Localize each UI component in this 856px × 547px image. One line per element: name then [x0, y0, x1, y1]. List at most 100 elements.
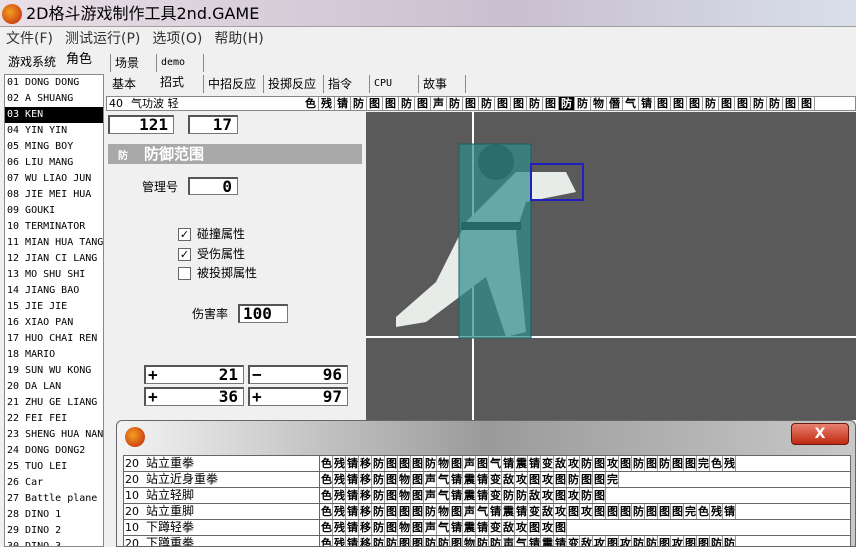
menu-help[interactable]: 帮助(H) [214, 31, 263, 47]
sprite-canvas[interactable] [366, 112, 856, 420]
tab-scene[interactable]: 场景 [110, 54, 143, 72]
character-item[interactable]: 20 DA LAN [5, 379, 103, 395]
character-item[interactable]: 02 A SHUANG [5, 91, 103, 107]
table-row[interactable]: 20 下蹲重拳 色残锖移防防图图防防图物防防声气锖震锖变敌攻图攻防防图攻图图防防 [124, 536, 850, 546]
tab-character[interactable]: 角色 [62, 51, 96, 69]
frame-cell[interactable]: 气 [623, 97, 639, 110]
tab-game-system[interactable]: 游戏系统 [4, 53, 60, 71]
tab-cpu[interactable]: CPU [369, 75, 396, 93]
damage-field[interactable]: 100 [238, 304, 288, 323]
tab-command[interactable]: 指令 [323, 75, 356, 93]
move-table[interactable]: 20 站立重拳 色残锖移防图图图防物图声图气锖震锖变敌攻防图攻图防图防图图完色残 20… [123, 455, 851, 546]
table-row[interactable]: 20 站立重脚 色残锖移防图图图防物图声气锖震锖变敌攻图攻图图图防图图图完色残锖 [124, 504, 850, 520]
table-row[interactable]: 20 站立近身重拳 色残锖移防图物图声气锖震锖变敌攻图攻图防图图完 [124, 472, 850, 488]
frame-cell[interactable]: 图 [543, 97, 559, 110]
frame-cell[interactable]: 声 [431, 97, 447, 110]
frame-cell[interactable]: 防 [575, 97, 591, 110]
frame-cell[interactable]: 防 [751, 97, 767, 110]
frame-cell[interactable]: 锖 [335, 97, 351, 110]
frame-cell[interactable]: 图 [687, 97, 703, 110]
character-item[interactable]: 16 XIAO PAN [5, 315, 103, 331]
character-item[interactable]: 15 JIE JIE [5, 299, 103, 315]
character-item[interactable]: 28 DINO 1 [5, 507, 103, 523]
character-item[interactable]: 04 YIN YIN [5, 123, 103, 139]
tab-moves[interactable]: 招式 [156, 73, 188, 91]
tab-throw-reaction[interactable]: 投掷反应 [263, 75, 320, 93]
character-item[interactable]: 27 Battle plane [5, 491, 103, 507]
table-row[interactable]: 10 站立轻脚 色残锖移防图物图声气锖震锖变防防敌攻图攻防图 [124, 488, 850, 504]
frame-cell[interactable]: 图 [383, 97, 399, 110]
collision-checkbox[interactable]: ✓ 碰撞属性 [178, 227, 245, 241]
table-row[interactable]: 10 下蹲轻拳 色残锖移防图物图声气锖震锖变敌攻图攻图 [124, 520, 850, 536]
menu-test-run[interactable]: 测试运行(P) [65, 31, 140, 47]
tab-story[interactable]: 故事 [418, 75, 466, 93]
frame-cell[interactable]: 防 [447, 97, 463, 110]
frame-cell[interactable]: 防 [351, 97, 367, 110]
tab-demo[interactable]: demo [156, 54, 204, 72]
character-item[interactable]: 21 ZHU GE LIANG [5, 395, 103, 411]
close-button[interactable]: X [791, 423, 849, 445]
frame-cell[interactable]: 图 [719, 97, 735, 110]
frame-index-field[interactable]: 17 [188, 115, 238, 134]
frame-cell[interactable]: 图 [735, 97, 751, 110]
frame-cell[interactable]: 图 [511, 97, 527, 110]
character-item[interactable]: 08 JIE MEI HUA [5, 187, 103, 203]
row-frame-cells[interactable]: 色残锖移防图物图声气锖震锖变敌攻图攻图 [320, 520, 568, 535]
character-item[interactable]: 14 JIANG BAO [5, 283, 103, 299]
coord-field-1[interactable]: +21 [144, 365, 244, 384]
frame-cell[interactable]: 图 [671, 97, 687, 110]
hurt-checkbox[interactable]: ✓ 受伤属性 [178, 247, 245, 261]
throwable-checkbox[interactable]: 被投掷属性 [178, 266, 257, 280]
row-frame-cells[interactable]: 色残锖移防图图图防物图声气锖震锖变敌攻图攻图图图防图图图完色残锖 [320, 504, 737, 519]
table-row[interactable]: 20 站立重拳 色残锖移防图图图防物图声图气锖震锖变敌攻防图攻图防图防图图完色残 [124, 456, 850, 472]
character-item[interactable]: 17 HUO CHAI REN [5, 331, 103, 347]
frame-cell[interactable]: 图 [495, 97, 511, 110]
frame-cell[interactable]: 防 [479, 97, 495, 110]
frame-cell[interactable]: 残 [319, 97, 335, 110]
frame-cell[interactable]: 防 [399, 97, 415, 110]
tab-hit-reaction[interactable]: 中招反应 [203, 75, 260, 93]
manage-number-field[interactable]: 0 [188, 177, 238, 195]
row-frame-cells[interactable]: 色残锖移防图物图声气锖震锖变敌攻图攻图防图图完 [320, 472, 620, 487]
character-item[interactable]: 09 GOUKI [5, 203, 103, 219]
character-item[interactable]: 06 LIU MANG [5, 155, 103, 171]
character-item[interactable]: 10 TERMINATOR [5, 219, 103, 235]
frame-cell[interactable]: 物 [591, 97, 607, 110]
character-item[interactable]: 30 DINO 3 [5, 539, 103, 546]
character-item[interactable]: 05 MING BOY [5, 139, 103, 155]
frame-count-field[interactable]: 121 [108, 115, 174, 134]
frame-cell[interactable]: 防 [559, 97, 575, 110]
frame-cell[interactable]: 锖 [639, 97, 655, 110]
frame-cell[interactable]: 图 [799, 97, 815, 110]
menu-file[interactable]: 文件(F) [6, 31, 53, 47]
coord-field-3[interactable]: +36 [144, 387, 244, 406]
coord-field-2[interactable]: − 96 [248, 365, 348, 384]
frame-cell[interactable]: 僭 [607, 97, 623, 110]
character-item[interactable]: 01 DONG DONG [5, 75, 103, 91]
character-item[interactable]: 07 WU LIAO JUN [5, 171, 103, 187]
character-item[interactable]: 03 KEN [5, 107, 103, 123]
row-frame-cells[interactable]: 色残锖移防防图图防防图物防防声气锖震锖变敌攻图攻防防图攻图图防防 [320, 536, 737, 546]
row-frame-cells[interactable]: 色残锖移防图物图声气锖震锖变防防敌攻图攻防图 [320, 488, 607, 503]
menu-options[interactable]: 选项(O) [152, 31, 202, 47]
frame-cell[interactable]: 色 [303, 97, 319, 110]
frame-cell[interactable]: 防 [703, 97, 719, 110]
character-item[interactable]: 23 SHENG HUA NAN [5, 427, 103, 443]
row-frame-cells[interactable]: 色残锖移防图图图防物图声图气锖震锖变敌攻防图攻图防图防图图完色残 [320, 456, 737, 471]
frame-cell[interactable]: 图 [463, 97, 479, 110]
character-item[interactable]: 11 MIAN HUA TANG [5, 235, 103, 251]
character-item[interactable]: 29 DINO 2 [5, 523, 103, 539]
move-selector[interactable]: 40 气功波 轻色残锖防图图防图声防图防图图防图防防物僭气锖图图图防图图防防图图 [106, 96, 856, 111]
character-item[interactable]: 13 MO SHU SHI [5, 267, 103, 283]
character-item[interactable]: 25 TUO LEI [5, 459, 103, 475]
frame-cell[interactable]: 图 [655, 97, 671, 110]
character-list[interactable]: 01 DONG DONG 02 A SHUANG 03 KEN 04 YIN YIN 0… [4, 74, 104, 547]
character-item[interactable]: 24 DONG DONG2 [5, 443, 103, 459]
frame-cell[interactable]: 防 [527, 97, 543, 110]
frame-cell[interactable]: 图 [415, 97, 431, 110]
character-item[interactable]: 18 MARIO [5, 347, 103, 363]
tab-basic[interactable]: 基本 [108, 75, 140, 93]
frame-cell[interactable]: 图 [367, 97, 383, 110]
frame-cell[interactable]: 防 [767, 97, 783, 110]
character-item[interactable]: 19 SUN WU KONG [5, 363, 103, 379]
